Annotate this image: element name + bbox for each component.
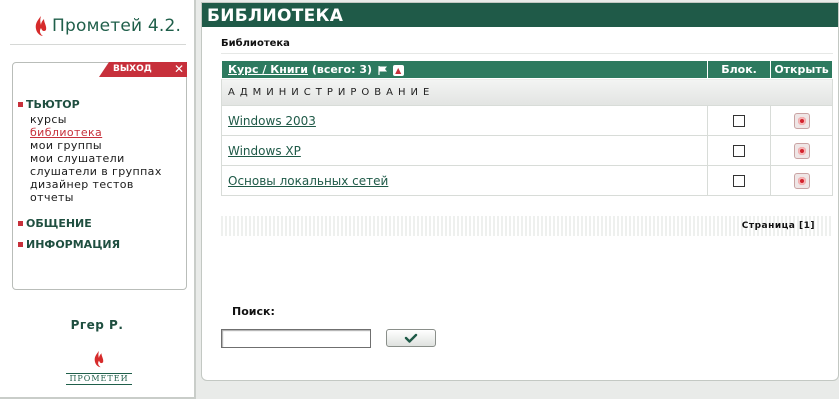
logo-text: Прометей 4.2. (52, 16, 182, 36)
open-cell (770, 105, 833, 136)
arrow-up-icon[interactable]: ▲ (392, 64, 404, 76)
open-cell (770, 165, 833, 196)
logo-divider (10, 44, 186, 45)
open-cell (770, 135, 833, 166)
exit-button[interactable]: ВЫХОД ✕ (99, 62, 187, 77)
menu-section-tutor[interactable]: ТЬЮТОР (18, 98, 80, 111)
menu-section-communication[interactable]: ОБЩЕНИЕ (18, 217, 92, 230)
bullet-square-icon (18, 102, 23, 107)
menu-item-library[interactable]: библиотека (30, 126, 162, 139)
course-link[interactable]: Windows XP (228, 144, 301, 158)
library-table: Курс / Книги (всего: 3) ▲ Блок. Открыть … (220, 60, 833, 196)
checkmark-icon (404, 333, 418, 343)
block-checkbox[interactable] (733, 175, 746, 187)
main-panel: БИБЛИОТЕКА Библиотека Курс / Книги (всег… (201, 2, 839, 381)
menu-section-label: ТЬЮТОР (26, 98, 80, 111)
exit-label: ВЫХОД (113, 64, 152, 74)
search-submit-button[interactable] (386, 329, 436, 347)
flame-logo-icon (35, 16, 47, 36)
close-icon: ✕ (173, 62, 184, 76)
bullet-square-icon (18, 242, 23, 247)
table-row: Основы локальных сетей (220, 165, 833, 196)
block-cell (707, 135, 771, 166)
pager-bar: Страница [1] (221, 216, 833, 236)
bottom-logo-text: ПРОМЕТЕЙ (66, 373, 132, 385)
app-logo: Прометей 4.2. (34, 11, 181, 41)
course-cell: Windows XP (220, 135, 709, 166)
menu-item-reports[interactable]: отчеты (30, 191, 162, 204)
course-link[interactable]: Основы локальных сетей (228, 174, 388, 188)
flag-sort-icon[interactable] (378, 65, 389, 76)
menu-item-test-designer[interactable]: дизайнер тестов (30, 178, 162, 191)
table-row: Windows 2003 (220, 105, 833, 136)
menu-section-information[interactable]: ИНФОРМАЦИЯ (18, 238, 120, 251)
open-record-icon[interactable] (793, 172, 810, 189)
menu-section-label: ОБЩЕНИЕ (26, 217, 92, 230)
course-count: (всего: 3) (308, 63, 373, 76)
group-label: АДМИНИСТРИРОВАНИЕ (221, 78, 833, 106)
column-header-block: Блок. (707, 60, 771, 79)
flame-logo-icon (94, 350, 104, 368)
block-cell (707, 165, 771, 196)
block-checkbox[interactable] (733, 115, 746, 127)
menu-item-courses[interactable]: курсы (30, 113, 162, 126)
page-title: БИБЛИОТЕКА (202, 3, 838, 27)
search-label: Поиск: (232, 305, 275, 318)
block-checkbox[interactable] (733, 145, 746, 157)
sidebar: Прометей 4.2. ВЫХОД ✕ ТЬЮТОР курсы библи… (0, 0, 196, 399)
menu-section-label: ИНФОРМАЦИЯ (26, 238, 121, 251)
breadcrumb: Библиотека (221, 38, 290, 49)
page-indicator[interactable]: Страница [1] (742, 221, 815, 231)
course-link[interactable]: Windows 2003 (228, 114, 316, 128)
column-header-course: Курс / Книги (всего: 3) ▲ (220, 60, 709, 79)
bullet-square-icon (18, 221, 23, 226)
table-header: Курс / Книги (всего: 3) ▲ Блок. Открыть (220, 60, 833, 79)
menu-item-my-groups[interactable]: мои группы (30, 139, 162, 152)
tutor-submenu: курсы библиотека мои группы мои слушател… (30, 113, 162, 204)
menu-item-my-students[interactable]: мои слушатели (30, 152, 162, 165)
open-record-icon[interactable] (793, 112, 810, 129)
sort-course-link[interactable]: Курс / Книги (228, 63, 308, 76)
breadcrumb-divider (221, 53, 833, 54)
table-row: Windows XP (220, 135, 833, 166)
group-row: АДМИНИСТРИРОВАНИЕ (221, 78, 833, 106)
course-cell: Основы локальных сетей (220, 165, 709, 196)
open-record-icon[interactable] (793, 142, 810, 159)
search-input[interactable] (221, 329, 371, 348)
bottom-logo: ПРОМЕТЕЙ (66, 350, 132, 385)
menu-item-students-in-groups[interactable]: слушатели в группах (30, 165, 162, 178)
user-name: Ргер Р. (70, 318, 124, 332)
block-cell (707, 105, 771, 136)
column-header-open: Открыть (770, 60, 833, 79)
course-cell: Windows 2003 (220, 105, 709, 136)
